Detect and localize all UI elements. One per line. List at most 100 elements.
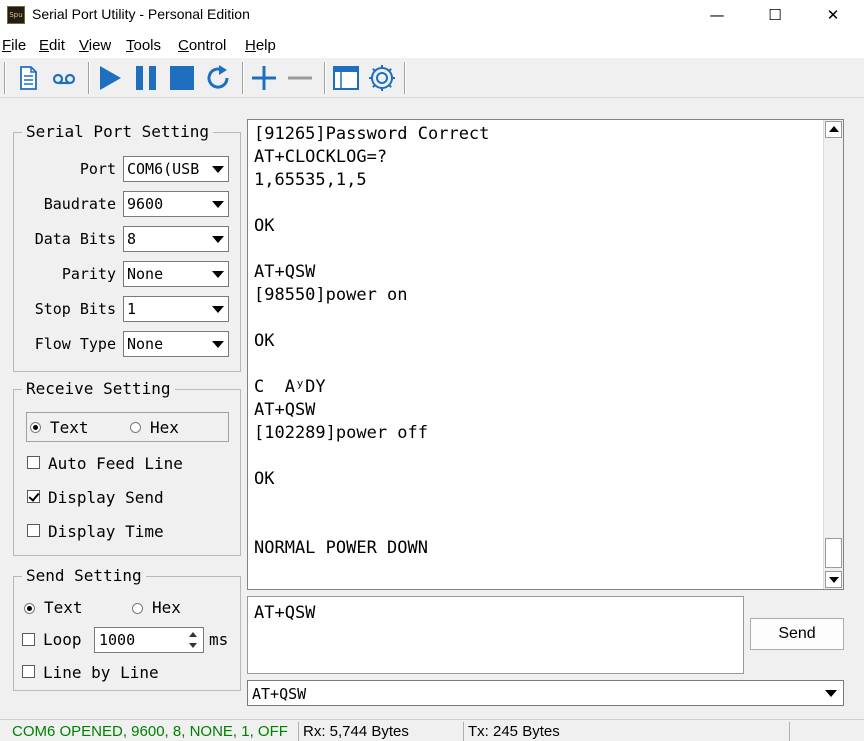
- loop-checkbox[interactable]: [22, 633, 35, 646]
- spin-down-icon[interactable]: [184, 640, 202, 651]
- status-rx: Rx: 5,744 Bytes: [298, 722, 458, 741]
- chevron-down-icon: [821, 683, 841, 703]
- receive-hex-radio[interactable]: [130, 422, 141, 433]
- refresh-icon[interactable]: [202, 62, 234, 94]
- chevron-down-icon: [207, 228, 227, 250]
- receive-line: [254, 353, 489, 376]
- receive-line: AT+QSW: [254, 262, 316, 282]
- app-icon: Spu: [7, 6, 25, 24]
- minus-icon[interactable]: [284, 62, 316, 94]
- parity-select[interactable]: None: [123, 261, 229, 287]
- receive-line: [102289]power off: [254, 423, 428, 443]
- menu-file[interactable]: File: [2, 37, 26, 54]
- receive-scrollbar[interactable]: [823, 120, 843, 589]
- toolbar-separator: [324, 62, 326, 94]
- receive-line: [98550]power on: [254, 285, 408, 305]
- chevron-down-icon: [207, 158, 227, 180]
- status-connection: COM6 OPENED, 9600, 8, NONE, 1, OFF: [12, 723, 288, 740]
- receive-text-content: [91265]Password Correct AT+CLOCKLOG=? 1,65…: [254, 123, 489, 560]
- receive-line: [254, 491, 489, 514]
- scroll-down-icon[interactable]: [825, 571, 842, 588]
- menu-control[interactable]: Control: [178, 37, 226, 54]
- status-bar: COM6 OPENED, 9600, 8, NONE, 1, OFF Rx: 5…: [0, 719, 864, 741]
- line-by-line-label: Line by Line: [43, 663, 159, 682]
- gear-icon[interactable]: [366, 62, 398, 94]
- serial-port-setting-title: Serial Port Setting: [22, 122, 214, 141]
- pause-icon[interactable]: [130, 62, 162, 94]
- auto-feed-line-checkbox[interactable]: [27, 456, 40, 469]
- scroll-up-icon[interactable]: [825, 121, 842, 138]
- window-icon[interactable]: [330, 62, 362, 94]
- maximize-button[interactable]: ☐: [746, 0, 804, 30]
- close-button[interactable]: ✕: [804, 0, 862, 30]
- flow-type-label: Flow Type: [34, 335, 116, 353]
- minimize-button[interactable]: —: [688, 0, 746, 30]
- display-time-checkbox[interactable]: [27, 524, 40, 537]
- receive-line: OK: [254, 331, 275, 351]
- menu-tools[interactable]: Tools: [126, 37, 161, 54]
- menu-view[interactable]: View: [79, 37, 111, 54]
- receive-line: OK: [254, 216, 275, 236]
- auto-feed-line-label: Auto Feed Line: [48, 454, 183, 473]
- port-label: Port: [79, 160, 116, 178]
- stop-bits-label: Stop Bits: [34, 300, 116, 318]
- cassette-icon[interactable]: [48, 62, 80, 94]
- status-empty: [789, 722, 864, 741]
- receive-line: NORMAL POWER DOWN: [254, 538, 428, 558]
- send-button[interactable]: Send: [750, 618, 844, 650]
- display-send-checkbox[interactable]: [27, 490, 40, 503]
- receive-hex-label: Hex: [150, 418, 179, 437]
- plus-icon[interactable]: [248, 62, 280, 94]
- menu-edit[interactable]: Edit: [39, 37, 65, 54]
- spin-up-icon[interactable]: [184, 629, 202, 640]
- receive-line: [91265]Password Correct: [254, 124, 490, 144]
- receive-text-label: Text: [50, 418, 89, 437]
- toolbar-separator: [242, 62, 244, 94]
- stop-icon[interactable]: [166, 62, 198, 94]
- toolbar-separator: [4, 62, 6, 94]
- toolbar: [0, 58, 864, 98]
- status-tx: Tx: 245 Bytes: [463, 722, 785, 741]
- send-text-label: Text: [44, 598, 83, 617]
- port-select[interactable]: COM6(USB: [123, 156, 229, 182]
- send-text-area[interactable]: AT+QSW: [247, 596, 744, 674]
- data-bits-select[interactable]: 8: [123, 226, 229, 252]
- receive-text-area[interactable]: [91265]Password Correct AT+CLOCKLOG=? 1,65…: [247, 119, 844, 590]
- loop-interval-stepper[interactable]: 1000: [94, 627, 204, 653]
- stop-bits-select[interactable]: 1: [123, 296, 229, 322]
- send-text-radio[interactable]: [24, 603, 35, 614]
- receive-text-radio[interactable]: [30, 422, 41, 433]
- loop-label: Loop: [43, 630, 82, 649]
- flow-type-select[interactable]: None: [123, 331, 229, 357]
- receive-line: C AʸDY: [254, 377, 326, 397]
- chevron-down-icon: [207, 263, 227, 285]
- receive-line: 1,65535,1,5: [254, 170, 367, 190]
- receive-line: OK: [254, 469, 275, 489]
- title-bar: Spu Serial Port Utility - Personal Editi…: [0, 0, 864, 32]
- receive-line: [254, 238, 489, 261]
- scroll-thumb[interactable]: [825, 538, 842, 568]
- display-send-label: Display Send: [48, 488, 164, 507]
- chevron-down-icon: [207, 298, 227, 320]
- chevron-down-icon: [207, 333, 227, 355]
- receive-line: [254, 192, 489, 215]
- loop-unit-label: ms: [209, 630, 229, 649]
- receive-setting-title: Receive Setting: [22, 379, 175, 398]
- menu-help[interactable]: Help: [245, 37, 276, 54]
- baudrate-select[interactable]: 9600: [123, 191, 229, 217]
- line-by-line-checkbox[interactable]: [22, 665, 35, 678]
- receive-line: AT+QSW: [254, 400, 316, 420]
- menu-bar: File Edit View Tools Control Help: [0, 32, 864, 58]
- send-history-select[interactable]: AT+QSW: [247, 680, 844, 706]
- send-hex-radio[interactable]: [132, 603, 143, 614]
- baudrate-label: Baudrate: [43, 195, 116, 213]
- display-time-label: Display Time: [48, 522, 164, 541]
- receive-line: [254, 514, 489, 537]
- chevron-down-icon: [207, 193, 227, 215]
- send-setting-title: Send Setting: [22, 566, 146, 585]
- receive-line: AT+CLOCKLOG=?: [254, 147, 388, 167]
- document-icon[interactable]: [12, 62, 44, 94]
- play-icon[interactable]: [94, 62, 126, 94]
- parity-label: Parity: [61, 265, 116, 283]
- receive-line: [254, 307, 489, 330]
